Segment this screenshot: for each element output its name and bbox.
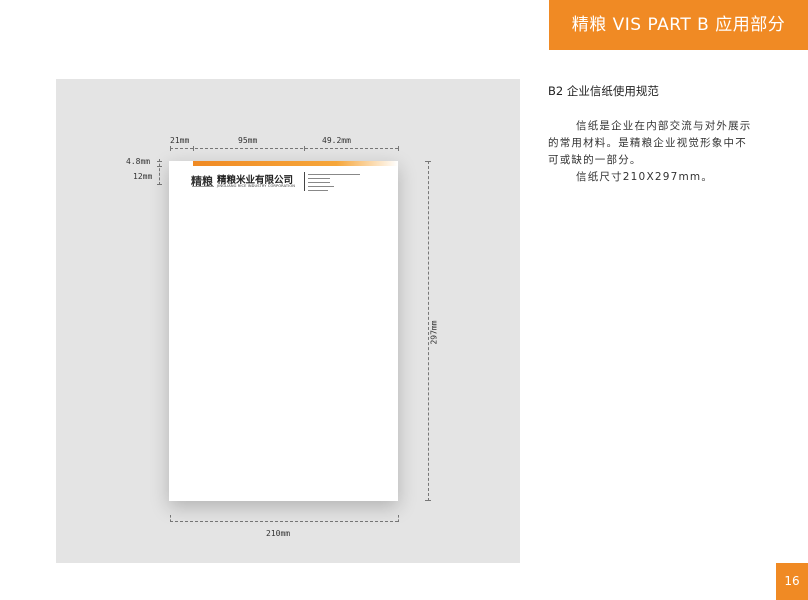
dimension-tick [304,146,305,151]
page-number: 16 [776,563,808,600]
dimension-line-left [159,159,160,185]
section-title: B2 企业信纸使用规范 [548,84,659,98]
header-separator [304,172,305,191]
dim-top-margin: 4.8mm [126,157,151,166]
contact-line [308,190,328,191]
section-header-bar: 精粮 VIS PART B 应用部分 [549,0,808,50]
company-name-en: JINGLIANG RICE INDUSTRY CORPORATION [217,184,296,188]
dimension-tick [170,515,171,522]
dim-paper-width: 210mm [266,529,291,538]
dim-header-height: 12mm [133,172,153,181]
dim-left-margin: 21mm [170,136,190,145]
page-number-label: 16 [784,574,800,588]
contact-line [308,178,330,179]
dimension-tick [157,184,162,185]
dimension-tick [425,500,431,501]
accent-stripe [193,161,398,166]
dimension-line-bottom [170,521,398,522]
dimension-line-top [170,148,398,149]
dimension-tick [170,146,171,151]
dimension-tick [157,161,162,162]
description-line: 的常用材料。是精粮企业视觉形象中不 [548,137,747,149]
letter-paper: 精粮 精粮米业有限公司 JINGLIANG RICE INDUSTRY CORP… [169,161,398,501]
dimension-tick [157,166,162,167]
logo-underline [192,186,214,189]
dim-header-width: 95mm [238,136,258,145]
size-note: 信纸尺寸210X297mm。 [576,171,714,183]
dim-right-block: 49.2mm [322,136,351,145]
description-line: 信纸是企业在内部交流与对外展示 [576,120,752,132]
dim-paper-height: 297mm [429,320,439,345]
dimension-tick [193,146,194,151]
description-text: 信纸是企业在内部交流与对外展示 的常用材料。是精粮企业视觉形象中不 可或缺的一部… [548,118,783,186]
dimension-tick [425,161,431,162]
contact-line [308,186,334,187]
dimension-tick [398,146,399,151]
contact-line [308,174,360,175]
description-line: 可或缺的一部分。 [548,154,642,166]
dimension-tick [398,515,399,522]
contact-line [308,182,330,183]
header-title: 精粮 VIS PART B 应用部分 [571,15,786,35]
